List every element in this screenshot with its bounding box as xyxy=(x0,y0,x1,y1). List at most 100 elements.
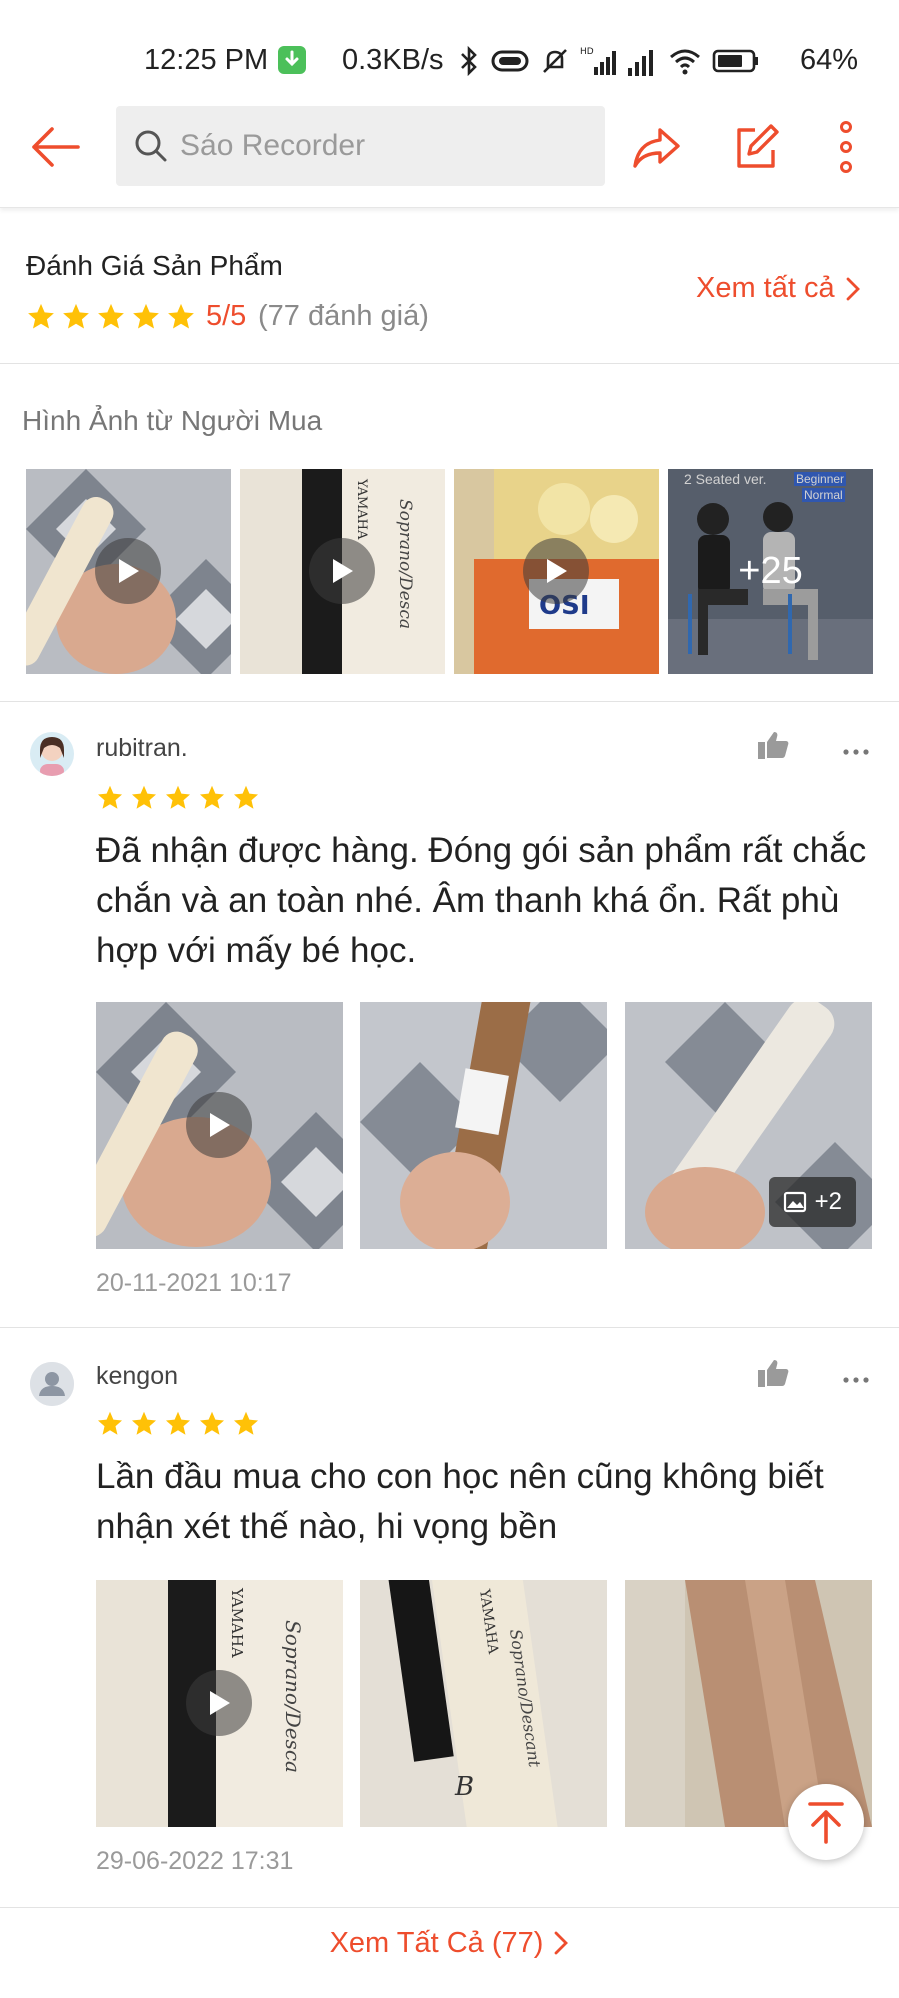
play-icon xyxy=(186,1670,252,1736)
review-more-button[interactable] xyxy=(843,744,869,755)
more-vertical-icon xyxy=(840,121,852,173)
review-image-thumbnail[interactable]: YAMAHA Soprano/Descant B xyxy=(360,1580,607,1827)
svg-text:B: B xyxy=(454,1772,474,1802)
thumbs-up-icon xyxy=(758,1360,789,1387)
buyer-video-thumbnail[interactable]: YAMAHA Soprano/Desca xyxy=(240,469,445,674)
star-icon xyxy=(199,785,225,809)
status-icons: HD xyxy=(458,44,760,78)
thumbs-up-icon xyxy=(758,732,789,759)
search-icon xyxy=(135,130,167,162)
view-all-reviews-button[interactable]: Xem Tất Cả (77) xyxy=(0,1908,899,1978)
review-video-thumbnail[interactable]: YAMAHA Soprano/Desca xyxy=(96,1580,343,1827)
play-icon xyxy=(309,538,375,604)
rating-summary: Đánh Giá Sản Phẩm 5/5 (77 đánh giá) Xem … xyxy=(0,210,899,364)
more-horizontal-icon xyxy=(843,1377,869,1383)
rating-stars xyxy=(26,302,196,332)
reviewer-name: kengon xyxy=(96,1362,179,1390)
buyer-video-thumbnail[interactable]: OSI xyxy=(454,469,659,674)
vibrate-icon xyxy=(491,50,529,72)
svg-text:YAMAHA: YAMAHA xyxy=(354,478,369,540)
status-time: 12:25 PM xyxy=(144,44,269,76)
chevron-right-icon xyxy=(555,1931,569,1955)
status-bar: 12:25 PM 0.3KB/s HD 64% xyxy=(0,0,899,96)
review-more-media-thumbnail[interactable]: +2 xyxy=(625,1002,872,1249)
star-icon xyxy=(131,785,157,809)
star-icon xyxy=(97,1411,123,1435)
wifi-icon xyxy=(670,49,700,75)
boxed-recorder-image xyxy=(360,1002,607,1249)
star-icon xyxy=(131,1411,157,1435)
reviewer-name: rubitran. xyxy=(96,734,188,762)
review-text: Lần đầu mua cho con học nên cũng không b… xyxy=(96,1457,824,1546)
play-icon xyxy=(523,538,589,604)
star-icon xyxy=(133,303,159,329)
more-horizontal-icon xyxy=(843,749,869,755)
star-icon xyxy=(28,303,54,329)
play-icon xyxy=(95,538,161,604)
edit-icon xyxy=(737,124,779,168)
signal-icon xyxy=(628,50,653,76)
arrow-left-icon xyxy=(32,127,80,167)
rating-score: 5/5 xyxy=(206,300,247,332)
download-icon xyxy=(278,46,306,74)
avatar[interactable] xyxy=(30,732,74,776)
star-icon xyxy=(168,303,194,329)
view-all-ratings-link[interactable]: Xem tất cả xyxy=(696,272,861,305)
review-date: 20-11-2021 10:17 xyxy=(96,1269,292,1297)
search-placeholder: Sáo Recorder xyxy=(180,129,366,162)
more-media-count: +2 xyxy=(814,1188,842,1215)
share-icon xyxy=(633,128,680,168)
hd-signal-icon: HD xyxy=(580,47,616,75)
scroll-to-top-button[interactable] xyxy=(788,1784,864,1860)
star-icon xyxy=(233,785,259,809)
star-icon xyxy=(98,303,124,329)
avatar[interactable] xyxy=(30,1362,74,1406)
arrow-up-icon xyxy=(808,1802,844,1844)
back-button[interactable] xyxy=(28,120,82,174)
review-more-button[interactable] xyxy=(843,1372,869,1383)
star-icon xyxy=(97,785,123,809)
star-icon xyxy=(165,1411,191,1435)
star-icon xyxy=(165,785,191,809)
review-video-thumbnail[interactable] xyxy=(96,1002,343,1249)
review-image-thumbnail[interactable] xyxy=(360,1002,607,1249)
star-icon xyxy=(199,1411,225,1435)
play-icon xyxy=(186,1092,252,1158)
chevron-right-icon xyxy=(846,277,860,300)
search-input[interactable]: Sáo Recorder xyxy=(116,106,605,186)
svg-text:Soprano/Desca: Soprano/Desca xyxy=(281,1620,305,1773)
review-date: 29-06-2022 17:31 xyxy=(96,1847,294,1875)
more-media-badge: +2 xyxy=(768,1177,856,1227)
recorder-closeup-image: YAMAHA Soprano/Descant B xyxy=(360,1580,607,1827)
mute-icon xyxy=(543,49,567,73)
review-stars xyxy=(96,784,260,812)
app-header: Sáo Recorder xyxy=(0,96,899,208)
view-all-label: Xem tất cả xyxy=(696,272,835,304)
status-battery: 64% xyxy=(800,44,859,76)
like-button[interactable] xyxy=(756,730,790,760)
star-icon xyxy=(63,303,89,329)
svg-text:HD: HD xyxy=(580,47,594,57)
rating-title: Đánh Giá Sản Phẩm xyxy=(26,250,283,281)
review-item: rubitran. Đã nhận được hàng. Đóng gói sả… xyxy=(0,702,899,1328)
star-icon xyxy=(233,1411,259,1435)
review-stars xyxy=(96,1410,260,1438)
battery-icon xyxy=(712,49,758,73)
edit-button[interactable] xyxy=(733,120,781,174)
share-button[interactable] xyxy=(630,120,684,174)
svg-text:YAMAHA: YAMAHA xyxy=(228,1587,246,1658)
image-icon xyxy=(783,1191,806,1213)
more-options-button[interactable] xyxy=(836,120,856,174)
review-item: kengon Lần đầu mua cho con học nên cũng … xyxy=(0,1330,899,1908)
more-photos-count: +25 xyxy=(668,469,873,674)
buyer-more-photos-thumbnail[interactable]: 2 Seated ver. Beginner Normal +25 xyxy=(668,469,873,674)
view-all-reviews-label: Xem Tất Cả (77) xyxy=(329,1926,544,1959)
like-button[interactable] xyxy=(756,1358,790,1388)
bluetooth-icon xyxy=(461,45,477,77)
rating-count: (77 đánh giá) xyxy=(258,300,429,332)
review-text: Đã nhận được hàng. Đóng gói sản phẩm rất… xyxy=(96,831,867,970)
user-icon xyxy=(30,1362,74,1406)
buyer-photos-title: Hình Ảnh từ Người Mua xyxy=(22,405,323,436)
buyer-video-thumbnail[interactable] xyxy=(26,469,231,674)
svg-text:Soprano/Desca: Soprano/Desca xyxy=(395,499,415,629)
